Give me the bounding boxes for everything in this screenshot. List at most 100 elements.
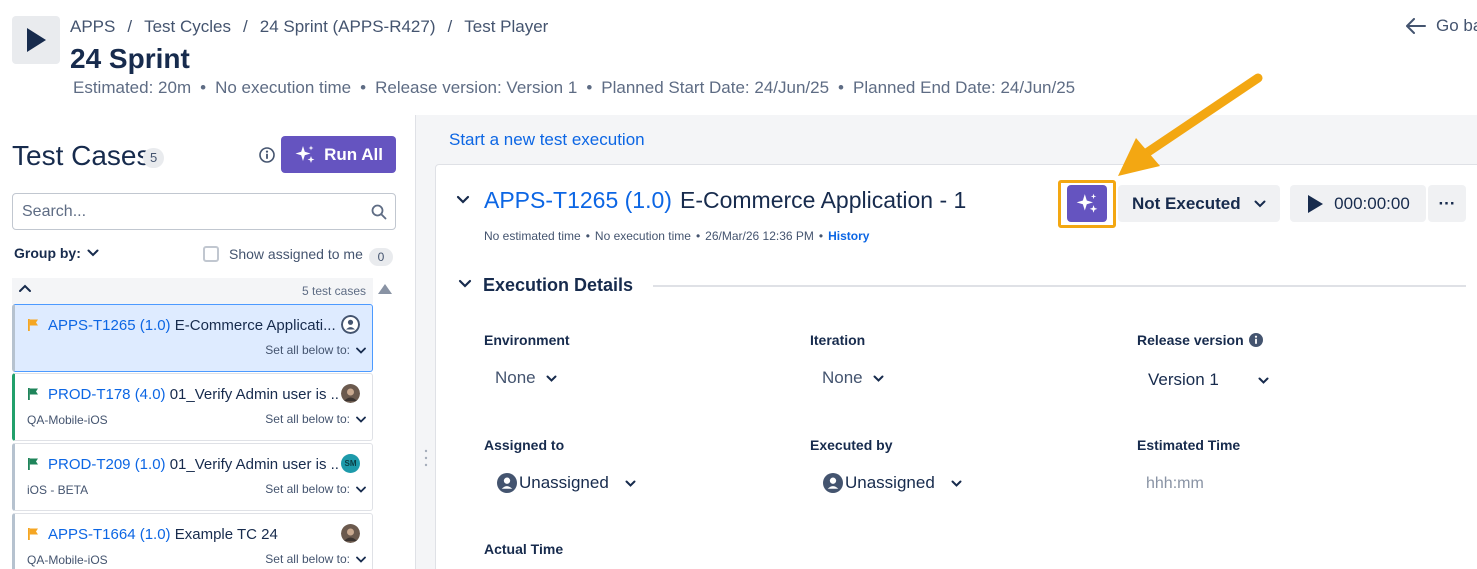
test-case-title: APPS-T1664 (1.0) Example TC 24	[48, 526, 338, 543]
iteration-label: Iteration	[810, 332, 866, 348]
breadcrumb-apps[interactable]: APPS	[70, 17, 115, 36]
user-icon	[823, 473, 843, 493]
sparkle-icon	[1076, 193, 1098, 213]
go-back-label: Go ba	[1436, 16, 1477, 35]
breadcrumb-test-cycles[interactable]: Test Cycles	[144, 17, 231, 36]
execution-estimated: No estimated time	[484, 229, 581, 243]
info-icon[interactable]	[259, 147, 275, 163]
estimated-time-label: Estimated Time	[1137, 437, 1241, 453]
search-field	[12, 193, 396, 230]
play-icon	[1308, 194, 1324, 213]
cases-summary: 5 test cases	[302, 284, 367, 298]
execution-date: 26/Mar/26 12:36 PM	[705, 229, 814, 243]
timer-value: 000:00:00	[1334, 193, 1410, 213]
execution-key-link[interactable]: APPS-T1265 (1.0)	[484, 187, 672, 214]
avatar-initials[interactable]: SM	[341, 454, 360, 473]
test-case-key[interactable]: PROD-T178 (4.0)	[48, 386, 166, 403]
estimated-time-input[interactable]: hhh:mm	[1146, 475, 1204, 493]
meta-estimated: Estimated: 20m	[73, 78, 192, 97]
test-case-key[interactable]: PROD-T209 (1.0)	[48, 456, 166, 473]
cycle-meta: Estimated: 20m • No execution time • Release…	[73, 78, 1076, 97]
meta-execution-time: No execution time	[215, 78, 352, 97]
breadcrumb-cycle[interactable]: 24 Sprint (APPS-R427)	[260, 17, 436, 36]
group-by-dropdown[interactable]: Group by:	[14, 245, 99, 261]
test-case-name: 01_Verify Admin user is ...	[169, 456, 338, 473]
search-input[interactable]	[13, 194, 395, 229]
flag-icon	[28, 319, 38, 331]
assigned-to-label: Assigned to	[484, 437, 565, 453]
show-assigned-checkbox[interactable]	[203, 246, 219, 262]
timer-button[interactable]: 000:00:00	[1290, 185, 1426, 222]
set-all-label: Set all below to:	[265, 482, 350, 496]
chevron-down-icon	[1258, 377, 1269, 384]
meta-release: Release version: Version 1	[375, 78, 578, 97]
set-all-dropdown[interactable]: Set all below to:	[265, 412, 366, 426]
environment-label: Environment	[484, 332, 570, 348]
flag-icon	[28, 528, 38, 540]
go-back-link[interactable]: Go ba	[1406, 16, 1477, 36]
run-all-button[interactable]: Run All	[281, 136, 396, 173]
chevron-down-icon	[356, 347, 366, 354]
search-icon[interactable]	[371, 204, 387, 220]
test-case-key[interactable]: APPS-T1664 (1.0)	[48, 526, 171, 543]
executed-by-label: Executed by	[810, 437, 893, 453]
release-version-label: Release version	[1137, 332, 1263, 348]
set-all-label: Set all below to:	[265, 343, 350, 357]
test-case-item[interactable]: PROD-T209 (1.0) 01_Verify Admin user is …	[12, 443, 373, 511]
test-case-key[interactable]: APPS-T1265 (1.0)	[48, 317, 171, 334]
chevron-down-icon	[356, 416, 366, 423]
test-player-tile	[12, 16, 60, 64]
assigned-count-badge: 0	[369, 248, 393, 266]
avatar-icon[interactable]	[341, 524, 360, 543]
test-cases-count: 5	[143, 148, 165, 168]
start-new-execution-link[interactable]: Start a new test execution	[449, 130, 645, 150]
more-actions-button[interactable]: ···	[1428, 185, 1466, 222]
assigned-to-value: Unassigned	[519, 473, 609, 492]
show-assigned-toggle[interactable]: Show assigned to me	[203, 246, 363, 262]
set-all-label: Set all below to:	[265, 552, 350, 566]
set-all-dropdown[interactable]: Set all below to:	[265, 482, 366, 496]
avatar-icon[interactable]	[341, 315, 360, 334]
panel-divider[interactable]	[415, 115, 416, 569]
ai-assist-button[interactable]	[1067, 185, 1107, 222]
execution-card	[435, 164, 1477, 569]
release-version-select[interactable]: Version 1	[1148, 370, 1269, 390]
environment-select[interactable]: None	[495, 368, 557, 388]
chevron-up-icon[interactable]	[18, 283, 32, 293]
meta-planned-start: Planned Start Date: 24/Jun/25	[601, 78, 830, 97]
chevron-down-icon	[356, 486, 366, 493]
flag-icon	[28, 458, 38, 470]
assigned-to-select[interactable]: Unassigned	[497, 473, 636, 493]
release-version-label-text: Release version	[1137, 332, 1244, 348]
set-all-dropdown[interactable]: Set all below to:	[265, 552, 366, 566]
breadcrumb-test-player: Test Player	[464, 17, 549, 36]
iteration-select[interactable]: None	[822, 368, 884, 388]
test-case-name: Example TC 24	[174, 526, 278, 543]
chevron-down-icon	[951, 480, 962, 487]
release-version-value: Version 1	[1148, 370, 1219, 389]
history-link[interactable]: History	[828, 229, 869, 243]
section-title: Execution Details	[483, 275, 634, 295]
avatar-icon[interactable]	[341, 384, 360, 403]
chevron-down-icon[interactable]	[456, 195, 470, 205]
iteration-value: None	[822, 368, 863, 387]
set-all-dropdown[interactable]: Set all below to:	[265, 343, 366, 357]
test-case-item[interactable]: APPS-T1265 (1.0) E-Commerce Applicati...…	[12, 304, 373, 372]
info-icon[interactable]	[1248, 333, 1263, 347]
executed-by-select[interactable]: Unassigned	[823, 473, 962, 493]
chevron-down-icon	[873, 375, 884, 382]
resize-grip-icon[interactable]	[424, 448, 428, 468]
status-dropdown[interactable]: Not Executed	[1118, 185, 1280, 222]
chevron-down-icon	[546, 375, 557, 382]
run-all-label: Run All	[324, 144, 383, 164]
set-all-label: Set all below to:	[265, 412, 350, 426]
execution-time: No execution time	[594, 229, 691, 243]
scroll-up-arrow-icon[interactable]	[378, 284, 392, 294]
chevron-down-icon[interactable]	[458, 279, 472, 289]
test-case-environment: iOS - BETA	[27, 483, 89, 497]
test-case-item[interactable]: PROD-T178 (4.0) 01_Verify Admin user is …	[12, 373, 373, 441]
scrollbar-track[interactable]	[380, 297, 390, 569]
test-case-item[interactable]: APPS-T1664 (1.0) Example TC 24 QA-Mobile…	[12, 513, 373, 569]
status-value: Not Executed	[1132, 193, 1241, 213]
test-case-environment: QA-Mobile-iOS	[27, 553, 108, 567]
